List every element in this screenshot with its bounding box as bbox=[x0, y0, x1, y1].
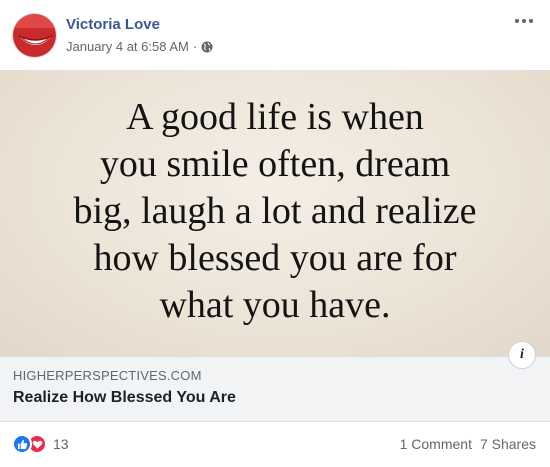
quote-line: what you have. bbox=[159, 284, 391, 326]
author-name[interactable]: Victoria Love bbox=[66, 16, 160, 33]
globe-icon[interactable] bbox=[201, 41, 213, 53]
meta-separator: · bbox=[192, 39, 198, 54]
more-options-icon[interactable] bbox=[512, 12, 536, 30]
post-timestamp[interactable]: January 4 at 6:58 AM bbox=[66, 39, 189, 54]
reaction-count: 13 bbox=[53, 436, 69, 452]
quote-line: how blessed you are for bbox=[93, 237, 457, 279]
shares-count[interactable]: 7 Shares bbox=[480, 436, 536, 452]
quote-line: A good life is when bbox=[126, 96, 424, 138]
link-caption[interactable]: HIGHERPERSPECTIVES.COM Realize How Bless… bbox=[0, 356, 550, 422]
reactions-summary[interactable]: 13 bbox=[12, 434, 69, 454]
avatar-image bbox=[13, 14, 56, 57]
quote-text: A good life is when you smile often, dre… bbox=[0, 94, 550, 329]
quote-line: big, laugh a lot and realize bbox=[73, 190, 477, 232]
engagement-bar: 13 1 Comment 7 Shares bbox=[0, 422, 550, 467]
link-preview-image[interactable]: A good life is when you smile often, dre… bbox=[0, 70, 550, 356]
quote-line: you smile often, dream bbox=[99, 143, 451, 185]
post-meta: January 4 at 6:58 AM · bbox=[66, 39, 213, 54]
info-icon[interactable]: i bbox=[508, 341, 536, 369]
link-domain: HIGHERPERSPECTIVES.COM bbox=[13, 368, 202, 383]
engagement-counts: 1 Comment 7 Shares bbox=[400, 436, 536, 452]
like-icon bbox=[12, 434, 32, 454]
comments-count[interactable]: 1 Comment bbox=[400, 436, 472, 452]
post-header: Victoria Love January 4 at 6:58 AM · bbox=[0, 0, 550, 70]
avatar[interactable] bbox=[12, 13, 57, 58]
link-title[interactable]: Realize How Blessed You Are bbox=[13, 389, 236, 407]
